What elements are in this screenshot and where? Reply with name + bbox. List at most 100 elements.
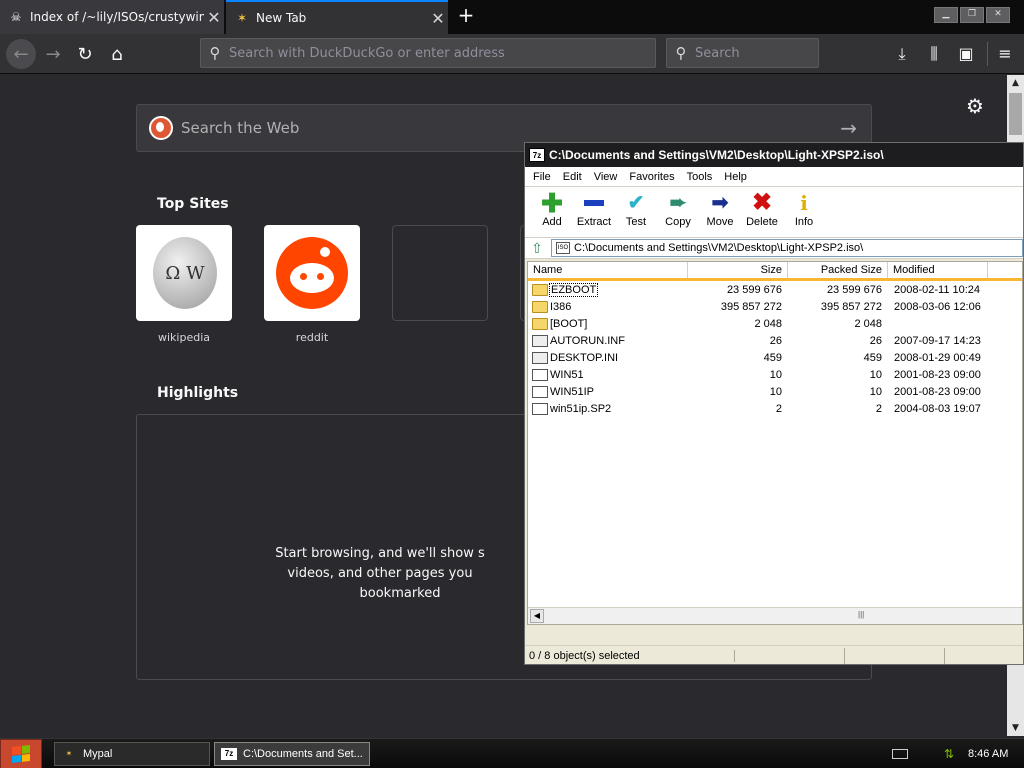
window-controls: ▁ ❐ ✕ <box>934 7 1010 23</box>
scroll-grip-icon[interactable]: ||| <box>858 610 864 619</box>
maximize-button[interactable]: ❐ <box>960 7 984 23</box>
copy-arrow-icon: ➨ <box>669 192 687 214</box>
folder-icon <box>532 283 548 296</box>
menu-edit[interactable]: Edit <box>563 171 582 183</box>
menu-help[interactable]: Help <box>724 171 747 183</box>
extract-button[interactable]: Extract <box>573 187 615 235</box>
top-site-reddit[interactable] <box>264 225 360 321</box>
sevenzip-app-icon: 7z <box>221 748 237 760</box>
sevenzip-toolbar: ✚ Add Extract ✔ Test ➨ Copy ➡ Move ✖ Del… <box>525 187 1023 237</box>
library-icon[interactable]: ⫼ <box>922 42 946 66</box>
file-row[interactable]: win51ip.SP2 2 2 2004-08-03 19:07 <box>528 400 1022 417</box>
column-packed-size[interactable]: Packed Size <box>788 262 888 278</box>
taskbar-item-7zip[interactable]: 7z C:\Documents and Set... <box>214 742 370 766</box>
search-icon: ⚲ <box>209 44 221 62</box>
windows-logo-icon <box>12 745 30 763</box>
menu-tools[interactable]: Tools <box>687 171 713 183</box>
file-row[interactable]: I386 395 857 272 395 857 272 2008-03-06 … <box>528 298 1022 315</box>
menu-view[interactable]: View <box>594 171 618 183</box>
top-site-wikipedia[interactable]: Ω W <box>136 225 232 321</box>
home-button[interactable]: ⌂ <box>102 39 132 69</box>
delete-x-icon: ✖ <box>751 189 773 216</box>
plus-icon: ✚ <box>541 188 563 218</box>
keyboard-icon[interactable] <box>892 749 908 759</box>
close-tab-icon[interactable]: ✕ <box>428 9 448 28</box>
file-icon <box>532 402 548 415</box>
move-arrow-icon: ➡ <box>711 192 729 214</box>
reddit-icon <box>276 237 348 309</box>
minimize-button[interactable]: ▁ <box>934 7 958 23</box>
list-header: Name Size Packed Size Modified <box>528 262 1022 281</box>
top-site-empty[interactable] <box>392 225 488 321</box>
new-tab-button[interactable]: + <box>455 5 477 27</box>
search-icon: ⚲ <box>675 44 687 62</box>
scroll-left-arrow-icon[interactable]: ◀ <box>530 609 544 623</box>
close-tab-icon[interactable]: ✕ <box>204 8 224 27</box>
settings-file-icon <box>532 334 548 347</box>
file-row[interactable]: AUTORUN.INF 26 26 2007-09-17 14:23 <box>528 332 1022 349</box>
info-button[interactable]: i Info <box>783 187 825 235</box>
add-button[interactable]: ✚ Add <box>531 187 573 235</box>
download-icon[interactable]: ⤓ <box>890 42 914 66</box>
scroll-up-arrow-icon[interactable]: ▲ <box>1007 75 1024 91</box>
move-button[interactable]: ➡ Move <box>699 187 741 235</box>
column-size[interactable]: Size <box>688 262 788 278</box>
scroll-thumb[interactable] <box>1009 93 1022 135</box>
checkmark-icon: ✔ <box>627 192 645 214</box>
settings-file-icon <box>532 351 548 364</box>
folder-icon <box>532 317 548 330</box>
up-folder-icon[interactable]: ⇧ <box>527 239 547 257</box>
copy-button[interactable]: ➨ Copy <box>657 187 699 235</box>
file-row[interactable]: DESKTOP.INI 459 459 2008-01-29 00:49 <box>528 349 1022 366</box>
back-button[interactable]: ← <box>6 39 36 69</box>
ghost-icon: ☠ <box>10 10 22 24</box>
reload-button[interactable]: ↻ <box>70 39 100 69</box>
file-row[interactable]: [BOOT] 2 048 2 048 <box>528 315 1022 332</box>
menu-file[interactable]: File <box>533 171 551 183</box>
window-title: C:\Documents and Settings\VM2\Desktop\Li… <box>549 148 884 162</box>
column-name[interactable]: Name <box>528 262 688 278</box>
sevenzip-app-icon: 7z <box>529 148 545 162</box>
menu-favorites[interactable]: Favorites <box>629 171 674 183</box>
sidebar-icon[interactable]: ▣ <box>954 42 978 66</box>
url-placeholder: Search with DuckDuckGo or enter address <box>229 45 505 61</box>
tab-new-tab[interactable]: ✶ New Tab ✕ <box>226 0 448 34</box>
network-icon[interactable]: ⇅ <box>944 747 960 761</box>
status-cell <box>735 647 845 664</box>
gear-icon[interactable]: ⚙ <box>966 94 984 118</box>
info-icon: i <box>800 191 808 215</box>
duckduckgo-icon <box>149 116 173 140</box>
column-modified[interactable]: Modified <box>888 262 988 278</box>
top-sites-heading: Top Sites <box>157 196 229 212</box>
tab-index-listing[interactable]: ☠ Index of /~lily/ISOs/crustywindows ✕ <box>0 0 224 34</box>
top-site-label: wikipedia <box>157 331 210 344</box>
clock[interactable]: 8:46 AM <box>968 748 1008 760</box>
url-bar[interactable]: ⚲ Search with DuckDuckGo or enter addres… <box>200 38 656 68</box>
file-row[interactable]: WIN51IP 10 10 2001-08-23 09:00 <box>528 383 1022 400</box>
system-tray: ⇅ 8:46 AM <box>882 739 1024 768</box>
arrow-right-icon[interactable]: → <box>840 116 857 140</box>
taskbar-item-mypal[interactable]: ✶ Mypal <box>54 742 210 766</box>
navigation-toolbar: ← → ↻ ⌂ ⚲ Search with DuckDuckGo or ente… <box>0 34 1024 74</box>
test-button[interactable]: ✔ Test <box>615 187 657 235</box>
iso-file-icon: ISO <box>556 242 570 254</box>
scroll-down-arrow-icon[interactable]: ▼ <box>1007 720 1024 736</box>
delete-button[interactable]: ✖ Delete <box>741 187 783 235</box>
menu-bar: File Edit View Favorites Tools Help <box>525 167 1023 187</box>
close-window-button[interactable]: ✕ <box>986 7 1010 23</box>
tab-strip: ☠ Index of /~lily/ISOs/crustywindows ✕ ✶… <box>0 0 1024 34</box>
file-row[interactable]: EZBOOT 23 599 676 23 599 676 2008-02-11 … <box>528 281 1022 298</box>
file-list[interactable]: Name Size Packed Size Modified EZBOOT 23… <box>527 261 1023 625</box>
search-bar[interactable]: ⚲ Search <box>666 38 819 68</box>
forward-button[interactable]: → <box>38 39 68 69</box>
toolbar-separator <box>987 42 988 66</box>
path-field[interactable]: ISO C:\Documents and Settings\VM2\Deskto… <box>551 239 1023 257</box>
file-row[interactable]: WIN51 10 10 2001-08-23 09:00 <box>528 366 1022 383</box>
start-button[interactable] <box>0 739 42 768</box>
top-site-label: reddit <box>295 331 329 344</box>
horizontal-scrollbar[interactable]: ◀ ||| <box>528 607 1022 624</box>
sevenzip-titlebar[interactable]: 7z C:\Documents and Settings\VM2\Desktop… <box>525 143 1023 167</box>
menu-icon[interactable]: ≡ <box>993 42 1017 66</box>
status-cell <box>845 647 945 664</box>
sparkle-icon: ✶ <box>236 11 248 25</box>
